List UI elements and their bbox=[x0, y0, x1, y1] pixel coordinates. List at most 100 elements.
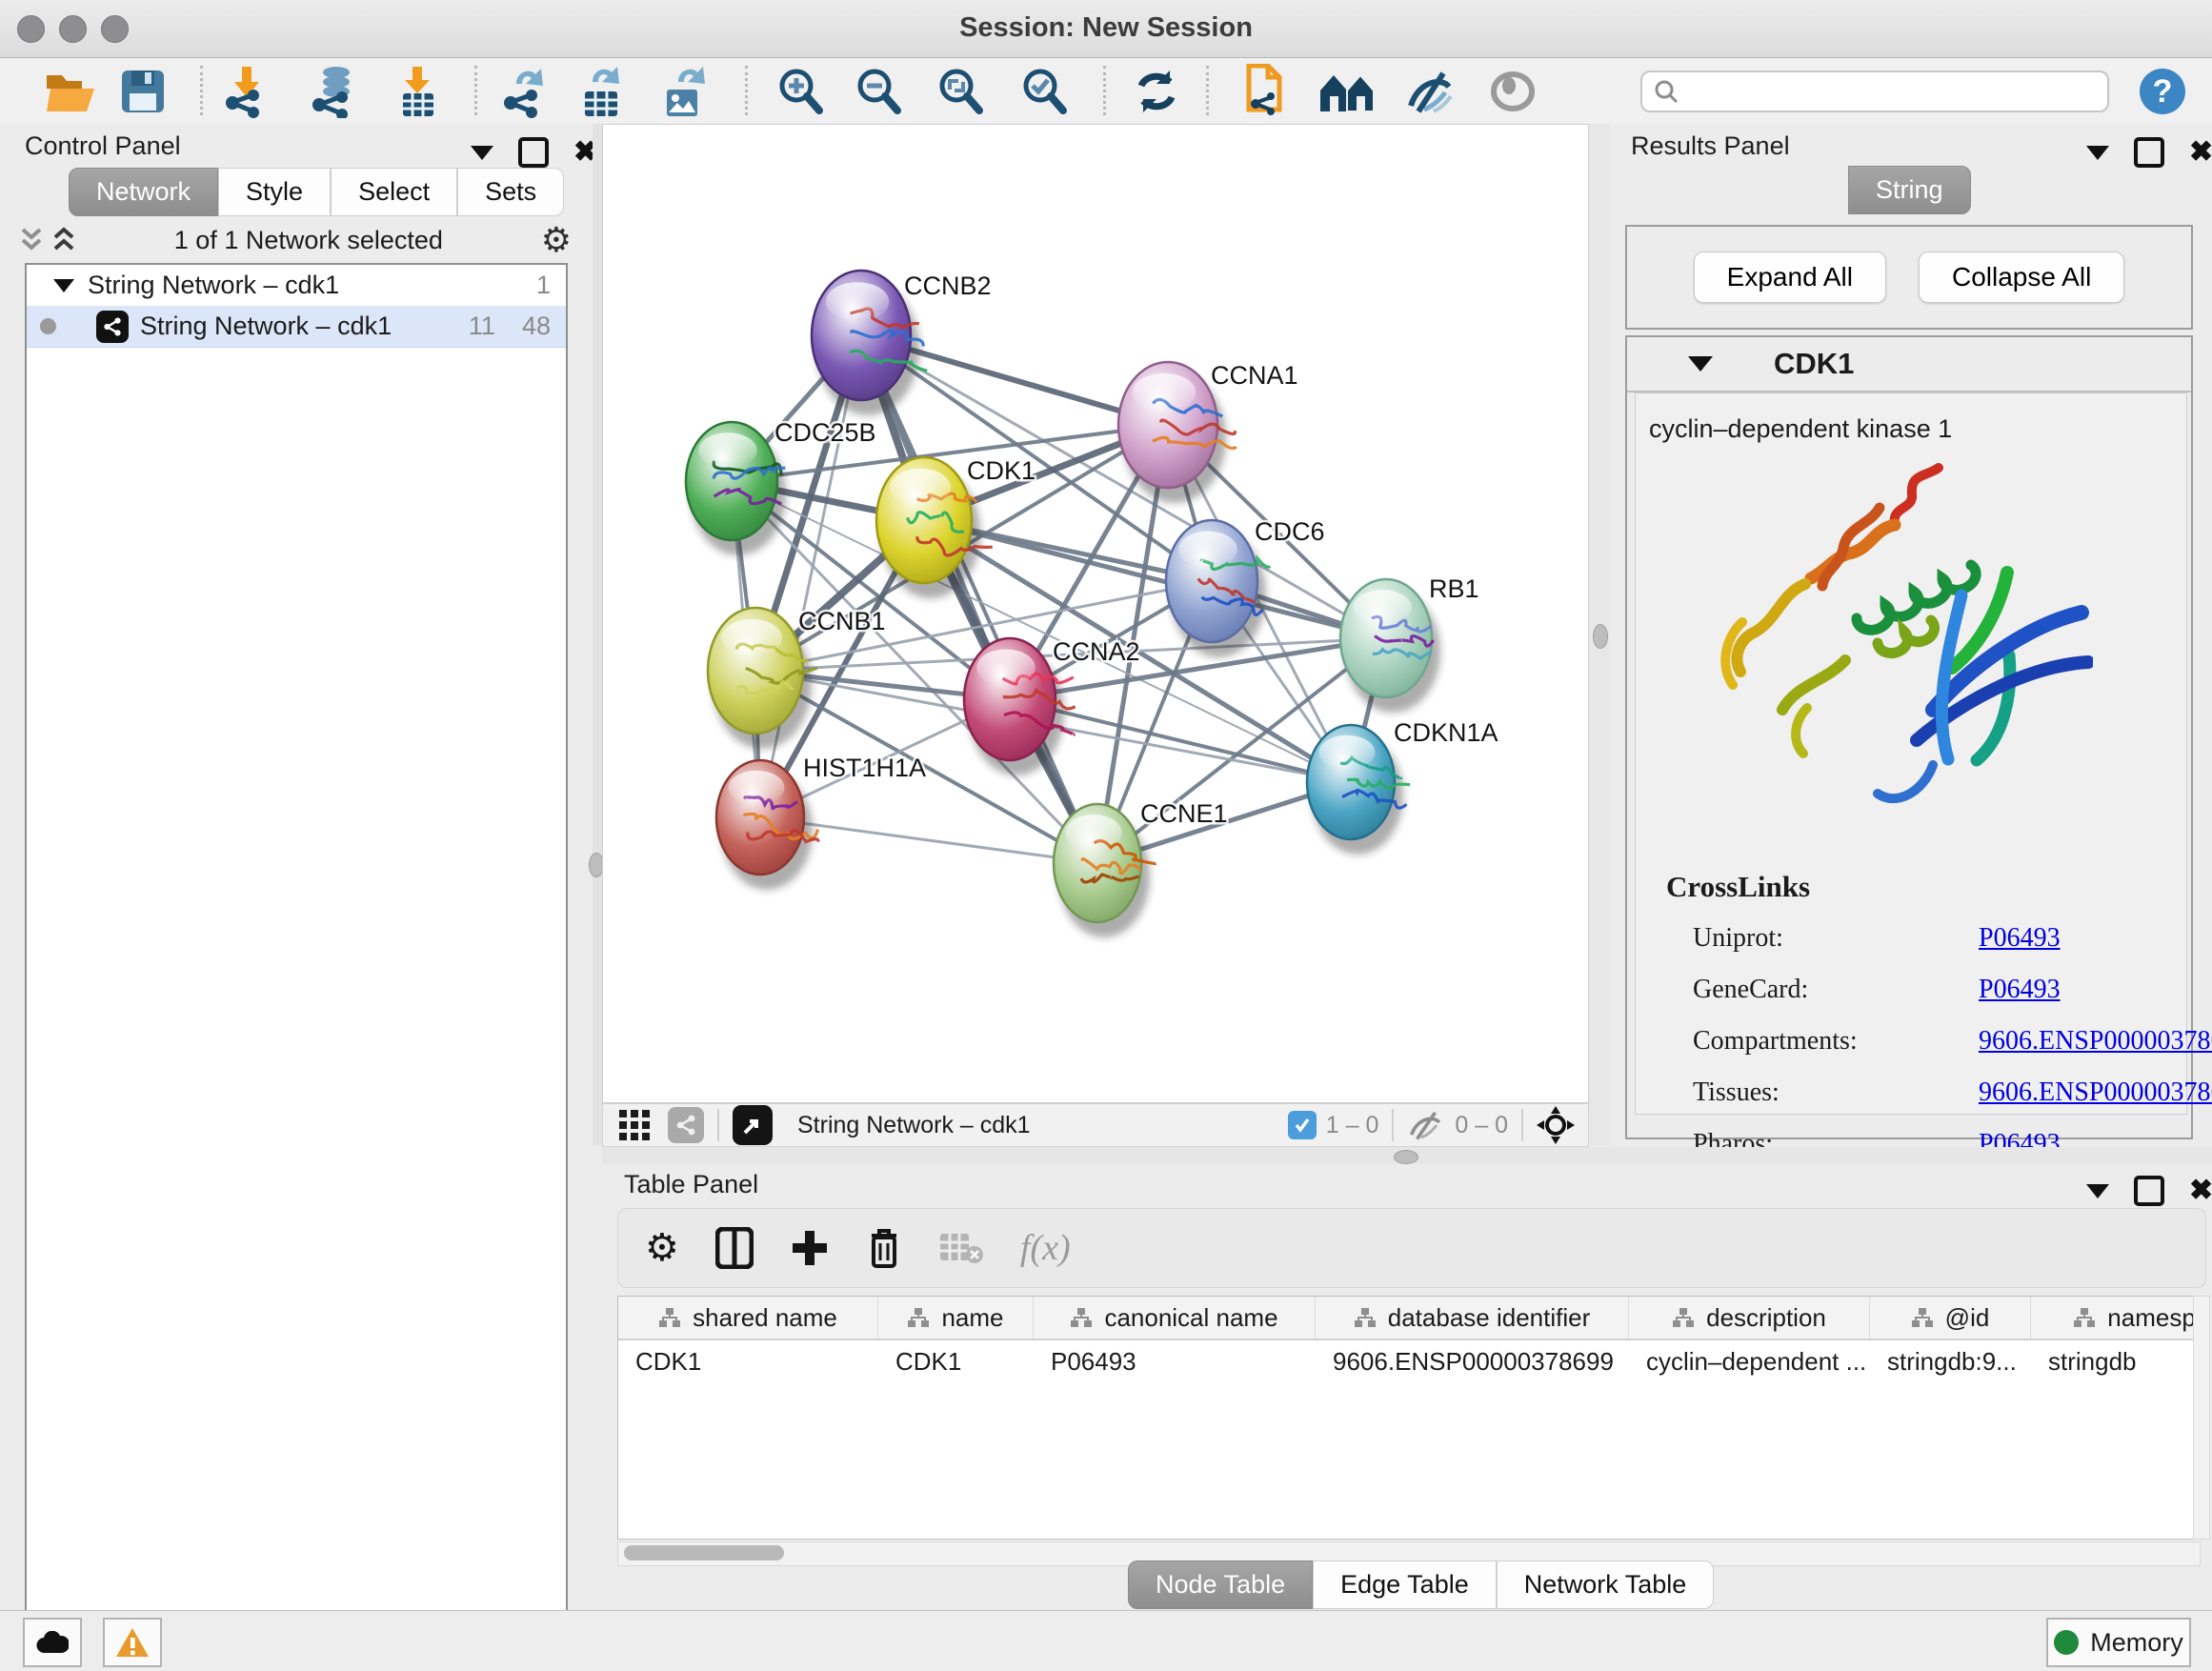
float-panel-icon[interactable] bbox=[2134, 137, 2164, 168]
expand-all-button[interactable]: Expand All bbox=[1694, 252, 1886, 303]
scrollbar-thumb[interactable] bbox=[624, 1545, 784, 1560]
expand-all-icon[interactable] bbox=[51, 226, 76, 254]
splitter-grip-icon[interactable] bbox=[1394, 1150, 1418, 1164]
close-panel-icon[interactable]: ✖ bbox=[2189, 1179, 2212, 1202]
crosshair-icon[interactable] bbox=[1537, 1106, 1575, 1144]
control-panel-title: Control Panel bbox=[25, 131, 181, 161]
import-network-file-icon[interactable] bbox=[217, 64, 274, 119]
open-session-icon[interactable] bbox=[42, 64, 99, 119]
memory-button[interactable]: Memory bbox=[2046, 1618, 2191, 1667]
crosslink-link[interactable]: 9606.ENSP00000378699 bbox=[1979, 1077, 2212, 1108]
table-cell[interactable]: stringdb:9... bbox=[1870, 1340, 2031, 1382]
panel-menu-icon[interactable] bbox=[2086, 1184, 2109, 1198]
table-cell[interactable]: cyclin–dependent ... bbox=[1629, 1340, 1870, 1382]
column-header-canonical-name[interactable]: canonical name bbox=[1034, 1297, 1316, 1339]
crosslink-link[interactable]: 9606.ENSP00000378699 bbox=[1979, 1026, 2212, 1057]
close-panel-icon[interactable]: ✖ bbox=[2189, 141, 2212, 164]
zoom-in-icon[interactable] bbox=[772, 64, 829, 119]
collection-expand-icon[interactable] bbox=[53, 279, 74, 292]
column-tree-icon bbox=[1354, 1306, 1377, 1329]
crosslink-link[interactable]: P06493 bbox=[1979, 923, 2061, 954]
hidden-count: 0 – 0 bbox=[1455, 1112, 1508, 1139]
network-edge[interactable] bbox=[861, 335, 1097, 863]
tab-sets[interactable]: Sets bbox=[457, 168, 564, 216]
table-cell[interactable]: P06493 bbox=[1034, 1340, 1316, 1382]
network-collection-row[interactable]: String Network – cdk1 1 bbox=[27, 265, 566, 306]
first-neighbors-icon[interactable] bbox=[1318, 64, 1376, 119]
apply-layout-icon[interactable] bbox=[1128, 64, 1185, 119]
delete-icon[interactable] bbox=[866, 1226, 902, 1270]
tab-edge-table[interactable]: Edge Table bbox=[1313, 1560, 1497, 1609]
network-options-gear-icon[interactable]: ⚙ bbox=[541, 220, 572, 260]
column-header-database-identifier[interactable]: database identifier bbox=[1316, 1297, 1629, 1339]
panel-menu-icon[interactable] bbox=[2086, 146, 2109, 160]
network-view[interactable]: CCNB2CCNA1CDC25BCDK1CDC6RB1CCNB1CCNA2CDK… bbox=[602, 124, 1589, 1103]
status-bar: Memory bbox=[0, 1610, 2212, 1671]
import-table-file-icon[interactable] bbox=[389, 64, 446, 119]
save-session-icon[interactable] bbox=[114, 64, 171, 119]
toolbar-separator bbox=[745, 66, 748, 115]
toolbar-separator bbox=[717, 1109, 719, 1141]
export-table-icon[interactable] bbox=[572, 64, 629, 119]
column-header--id[interactable]: @id bbox=[1870, 1297, 2031, 1339]
function-builder-icon[interactable]: f(x) bbox=[1020, 1227, 1071, 1269]
tab-node-table[interactable]: Node Table bbox=[1128, 1560, 1313, 1609]
new-network-from-selection-icon[interactable] bbox=[1235, 64, 1292, 119]
hidden-eye-icon[interactable] bbox=[1407, 1110, 1445, 1140]
gene-section-header[interactable]: CDK1 bbox=[1627, 337, 2191, 393]
column-header-name[interactable]: name bbox=[878, 1297, 1034, 1339]
zoom-selected-icon[interactable] bbox=[1016, 64, 1073, 119]
import-network-database-icon[interactable] bbox=[305, 64, 362, 119]
share-view-icon[interactable] bbox=[668, 1107, 704, 1143]
network-row-selected[interactable]: String Network – cdk1 11 48 bbox=[27, 306, 566, 348]
tab-string[interactable]: String bbox=[1848, 166, 1971, 214]
collapse-all-button[interactable]: Collapse All bbox=[1919, 252, 2124, 303]
network-view-title: String Network – cdk1 bbox=[797, 1112, 1031, 1139]
table-cell[interactable]: 9606.ENSP00000378699 bbox=[1316, 1340, 1629, 1382]
zoom-fit-icon[interactable] bbox=[932, 64, 989, 119]
open-in-window-icon[interactable] bbox=[733, 1105, 773, 1145]
crosslink-link[interactable]: P06493 bbox=[1979, 975, 2061, 1005]
column-header-shared-name[interactable]: shared name bbox=[618, 1297, 878, 1339]
selected-checkbox-icon[interactable] bbox=[1288, 1111, 1317, 1139]
network-status-dot-icon bbox=[40, 318, 56, 334]
toolbar-separator bbox=[474, 66, 477, 115]
column-header-namespace[interactable]: namespace bbox=[2031, 1297, 2201, 1339]
tab-style[interactable]: Style bbox=[218, 168, 331, 216]
network-node-RB1[interactable] bbox=[1340, 579, 1440, 713]
splitter-grip-icon[interactable] bbox=[1593, 624, 1608, 649]
left-splitter[interactable] bbox=[593, 124, 602, 1145]
table-cell[interactable]: CDK1 bbox=[878, 1340, 1034, 1382]
export-network-icon[interactable] bbox=[495, 64, 553, 119]
section-expand-icon[interactable] bbox=[1688, 356, 1713, 372]
node-table[interactable]: shared namenamecanonical namedatabase id… bbox=[617, 1296, 2201, 1540]
table-cell[interactable]: CDK1 bbox=[618, 1340, 878, 1382]
warning-status-button[interactable] bbox=[103, 1618, 162, 1667]
tab-select[interactable]: Select bbox=[331, 168, 457, 216]
collapse-all-icon[interactable] bbox=[19, 226, 44, 254]
network-node-CDC25B[interactable] bbox=[686, 422, 786, 555]
tab-network[interactable]: Network bbox=[69, 168, 218, 216]
delete-table-icon[interactable] bbox=[938, 1230, 984, 1266]
vertical-scrollbar[interactable] bbox=[2193, 1296, 2210, 1540]
help-icon[interactable]: ? bbox=[2134, 64, 2191, 119]
table-cell[interactable]: stringdb bbox=[2031, 1340, 2201, 1382]
export-image-icon[interactable] bbox=[655, 64, 713, 119]
cloud-status-button[interactable] bbox=[23, 1618, 82, 1667]
memory-status-icon bbox=[2054, 1630, 2079, 1655]
panel-menu-icon[interactable] bbox=[471, 146, 493, 160]
zoom-out-icon[interactable] bbox=[850, 64, 907, 119]
tab-network-table[interactable]: Network Table bbox=[1497, 1560, 1715, 1609]
table-row[interactable]: CDK1CDK1P064939606.ENSP00000378699cyclin… bbox=[618, 1340, 2200, 1382]
search-input[interactable] bbox=[1679, 77, 2082, 106]
column-header-description[interactable]: description bbox=[1629, 1297, 1870, 1339]
table-settings-gear-icon[interactable]: ⚙ bbox=[645, 1226, 679, 1270]
add-column-icon[interactable] bbox=[790, 1228, 830, 1268]
show-all-icon[interactable] bbox=[1484, 64, 1541, 119]
grid-view-icon[interactable] bbox=[618, 1109, 651, 1141]
hide-selected-icon[interactable] bbox=[1402, 64, 1459, 119]
columns-icon[interactable] bbox=[715, 1227, 754, 1269]
float-panel-icon[interactable] bbox=[2134, 1176, 2164, 1206]
gene-name: CDK1 bbox=[1774, 347, 1854, 381]
float-panel-icon[interactable] bbox=[518, 137, 549, 168]
